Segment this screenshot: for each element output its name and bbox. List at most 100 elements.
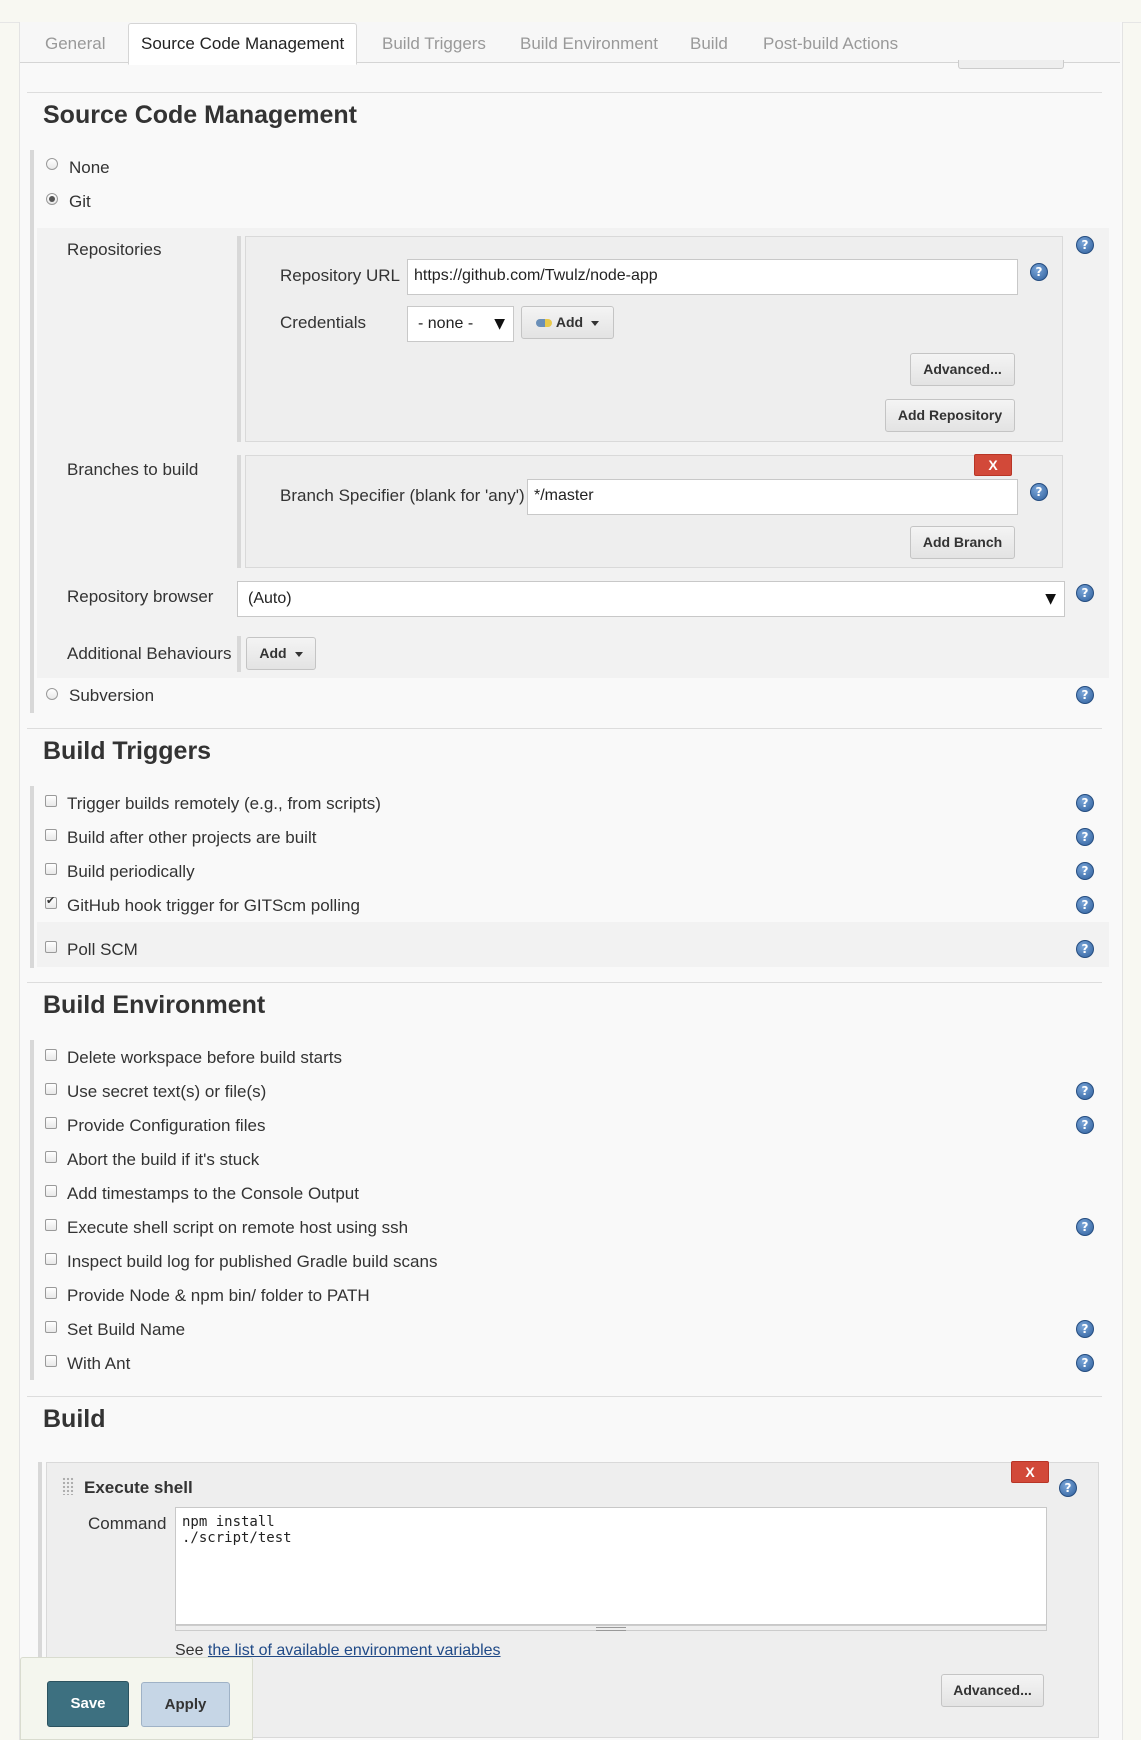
trigger-github-hook-checkbox[interactable]: [45, 894, 57, 909]
repositories-help-icon[interactable]: ?: [1076, 236, 1094, 254]
env-with-ant-label: With Ant: [67, 1354, 131, 1373]
env-vars-link[interactable]: the list of available environment variab…: [208, 1642, 501, 1659]
trigger-after-projects-help-icon[interactable]: ?: [1076, 828, 1094, 846]
env-delete-workspace-label: Delete workspace before build starts: [67, 1048, 342, 1067]
env-node-path-label: Provide Node & npm bin/ folder to PATH: [67, 1286, 370, 1305]
branch-help-icon[interactable]: ?: [1030, 483, 1048, 501]
chevron-down-icon: [294, 651, 303, 657]
behaviours-bar: [237, 636, 241, 672]
repo-advanced-button[interactable]: Advanced...: [910, 353, 1015, 386]
env-build-name-checkbox[interactable]: [45, 1321, 57, 1333]
env-secret-text-checkbox[interactable]: [45, 1083, 57, 1095]
delete-step-button[interactable]: X: [1011, 1461, 1049, 1483]
env-config-files-help-icon[interactable]: ?: [1076, 1116, 1094, 1134]
trigger-remote-checkbox[interactable]: [45, 795, 57, 807]
credentials-add-label: Add: [555, 314, 584, 330]
env-abort-stuck-checkbox[interactable]: [45, 1151, 57, 1163]
additional-behaviours-add-button[interactable]: Add: [246, 637, 316, 670]
clipped-button-edge: [958, 60, 1064, 69]
env-ssh-script-checkbox[interactable]: [45, 1219, 57, 1231]
env-build-name-help-icon[interactable]: ?: [1076, 1320, 1094, 1338]
tab-source-code-management[interactable]: Source Code Management: [128, 23, 358, 65]
repositories-label: Repositories: [67, 240, 162, 259]
credentials-label: Credentials: [280, 313, 366, 332]
add-repository-button[interactable]: Add Repository: [885, 399, 1015, 432]
tab-general[interactable]: General: [45, 34, 105, 54]
env-with-ant-help-icon[interactable]: ?: [1076, 1354, 1094, 1372]
section-title-scm: Source Code Management: [43, 101, 357, 129]
textarea-resize-handle[interactable]: [175, 1625, 1047, 1631]
branches-label: Branches to build: [67, 460, 199, 479]
drag-handle-icon[interactable]: [62, 1477, 74, 1495]
env-timestamps-label: Add timestamps to the Console Output: [67, 1184, 359, 1203]
trigger-after-projects-label: Build after other projects are built: [67, 828, 317, 847]
section-title-build-environment: Build Environment: [43, 991, 266, 1019]
env-gradle-scans-checkbox[interactable]: [45, 1253, 57, 1265]
divider: [27, 1396, 1102, 1397]
branch-specifier-input[interactable]: */master: [527, 479, 1018, 515]
trigger-remote-help-icon[interactable]: ?: [1076, 794, 1094, 812]
subversion-help-icon[interactable]: ?: [1076, 686, 1094, 704]
env-config-files-checkbox[interactable]: [45, 1117, 57, 1129]
tab-build[interactable]: Build: [690, 34, 728, 54]
env-secret-text-label: Use secret text(s) or file(s): [67, 1082, 267, 1101]
credentials-select[interactable]: - none - ▼: [407, 306, 514, 342]
delete-branch-button[interactable]: X: [974, 454, 1012, 476]
env-delete-workspace-checkbox[interactable]: [45, 1049, 57, 1061]
branches-bar: [237, 455, 241, 568]
env-timestamps-checkbox[interactable]: [45, 1185, 57, 1197]
dropdown-arrow-icon: ▼: [1045, 591, 1056, 607]
scm-none-radio[interactable]: [46, 158, 58, 170]
credentials-add-button[interactable]: Add: [521, 306, 614, 339]
trigger-poll-scm-label: Poll SCM: [67, 940, 138, 959]
triggers-left-bar: [30, 786, 34, 968]
trigger-periodically-label: Build periodically: [67, 862, 195, 881]
trigger-periodically-checkbox[interactable]: [45, 863, 57, 875]
scm-left-bar: [30, 150, 34, 713]
env-ssh-script-help-icon[interactable]: ?: [1076, 1218, 1094, 1236]
tab-build-environment[interactable]: Build Environment: [520, 34, 658, 54]
scm-subversion-label: Subversion: [69, 686, 155, 705]
trigger-after-projects-checkbox[interactable]: [45, 829, 57, 841]
repo-browser-select[interactable]: (Auto) ▼: [237, 581, 1065, 617]
tab-build-triggers[interactable]: Build Triggers: [382, 34, 486, 54]
divider: [27, 982, 1102, 983]
execute-shell-title: Execute shell: [84, 1478, 193, 1497]
build-advanced-button[interactable]: Advanced...: [941, 1674, 1044, 1707]
section-title-build-triggers: Build Triggers: [43, 737, 212, 765]
execute-shell-help-icon[interactable]: ?: [1059, 1479, 1077, 1497]
repo-url-input[interactable]: https://github.com/Twulz/node-app: [407, 259, 1018, 295]
env-node-path-checkbox[interactable]: [45, 1287, 57, 1299]
add-branch-button[interactable]: Add Branch: [910, 526, 1015, 559]
env-gradle-scans-label: Inspect build log for published Gradle b…: [67, 1252, 438, 1271]
trigger-periodically-help-icon[interactable]: ?: [1076, 862, 1094, 880]
repo-browser-help-icon[interactable]: ?: [1076, 584, 1094, 602]
env-abort-stuck-label: Abort the build if it's stuck: [67, 1150, 260, 1169]
environment-left-bar: [30, 1040, 34, 1380]
poll-scm-row: [37, 922, 1109, 967]
trigger-remote-label: Trigger builds remotely (e.g., from scri…: [67, 794, 381, 813]
repo-url-help-icon[interactable]: ?: [1030, 263, 1048, 281]
env-build-name-label: Set Build Name: [67, 1320, 186, 1339]
scm-git-label: Git: [69, 192, 91, 211]
chevron-down-icon: [591, 320, 600, 326]
divider: [27, 92, 1102, 93]
env-with-ant-checkbox[interactable]: [45, 1355, 57, 1367]
key-icon: [535, 319, 552, 328]
scm-subversion-radio[interactable]: [46, 688, 58, 700]
env-ssh-script-label: Execute shell script on remote host usin…: [67, 1218, 409, 1237]
repo-url-label: Repository URL: [280, 266, 400, 285]
command-textarea[interactable]: npm install ./script/test: [175, 1507, 1047, 1625]
scm-none-label: None: [69, 158, 110, 177]
apply-button[interactable]: Apply: [141, 1682, 230, 1727]
scm-git-radio[interactable]: [46, 193, 58, 205]
env-secret-text-help-icon[interactable]: ?: [1076, 1082, 1094, 1100]
repo-browser-label: Repository browser: [67, 587, 214, 606]
save-button[interactable]: Save: [47, 1681, 129, 1727]
trigger-poll-scm-checkbox[interactable]: [45, 941, 57, 953]
tab-post-build-actions[interactable]: Post-build Actions: [763, 34, 898, 54]
trigger-poll-scm-help-icon[interactable]: ?: [1076, 940, 1094, 958]
tab-bar: General Source Code Management Build Tri…: [20, 22, 1120, 65]
divider: [27, 728, 1102, 729]
trigger-github-hook-help-icon[interactable]: ?: [1076, 896, 1094, 914]
